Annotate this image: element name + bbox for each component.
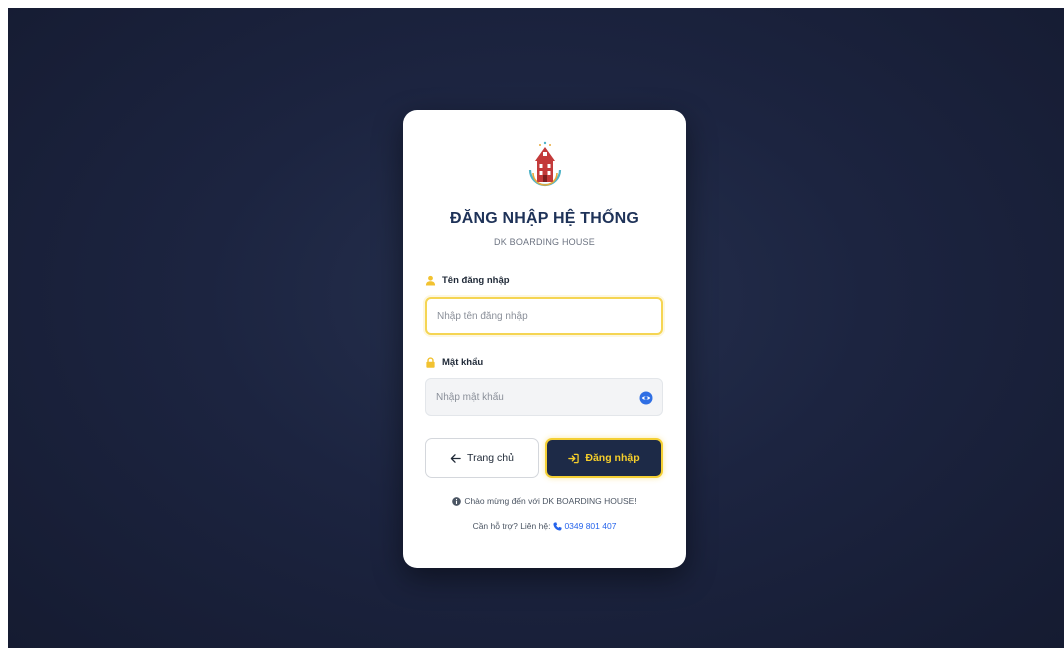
welcome-message: Chào mừng đến với DK BOARDING HOUSE! <box>403 496 686 506</box>
boarding-house-logo <box>528 141 562 187</box>
eye-icon[interactable] <box>639 391 653 405</box>
lock-icon <box>426 357 435 368</box>
page-background: ĐĂNG NHẬP HỆ THỐNG DK BOARDING HOUSE Tên… <box>8 8 1064 648</box>
arrow-left-icon <box>450 453 461 463</box>
username-field-wrapper <box>425 297 663 335</box>
password-label: Mật khẩu <box>425 357 483 368</box>
home-button-label: Trang chủ <box>467 452 514 464</box>
support-contact: Cần hỗ trợ? Liên hệ: 0349 801 407 <box>403 521 686 531</box>
user-icon <box>425 275 436 286</box>
password-label-text: Mật khẩu <box>442 357 484 368</box>
home-button[interactable]: Trang chủ <box>425 438 539 478</box>
support-text: Cần hỗ trợ? Liên hệ: <box>472 521 551 531</box>
login-button-label: Đăng nhập <box>585 452 640 464</box>
username-label-text: Tên đăng nhập <box>442 275 510 286</box>
password-field-wrapper <box>425 378 663 416</box>
login-button[interactable]: Đăng nhập <box>545 438 663 478</box>
username-label: Tên đăng nhập <box>425 275 510 286</box>
brand-subtitle: DK BOARDING HOUSE <box>494 237 595 247</box>
phone-icon <box>553 521 563 531</box>
support-phone-link[interactable]: 0349 801 407 <box>564 521 616 531</box>
welcome-text: Chào mừng đến với DK BOARDING HOUSE! <box>464 496 637 506</box>
password-input[interactable] <box>426 379 662 415</box>
login-card: ĐĂNG NHẬP HỆ THỐNG DK BOARDING HOUSE Tên… <box>403 110 686 568</box>
username-input[interactable] <box>427 299 661 333</box>
info-circle-icon <box>452 496 462 506</box>
sign-in-icon <box>568 453 580 463</box>
page-title: ĐĂNG NHẬP HỆ THỐNG <box>449 210 640 227</box>
